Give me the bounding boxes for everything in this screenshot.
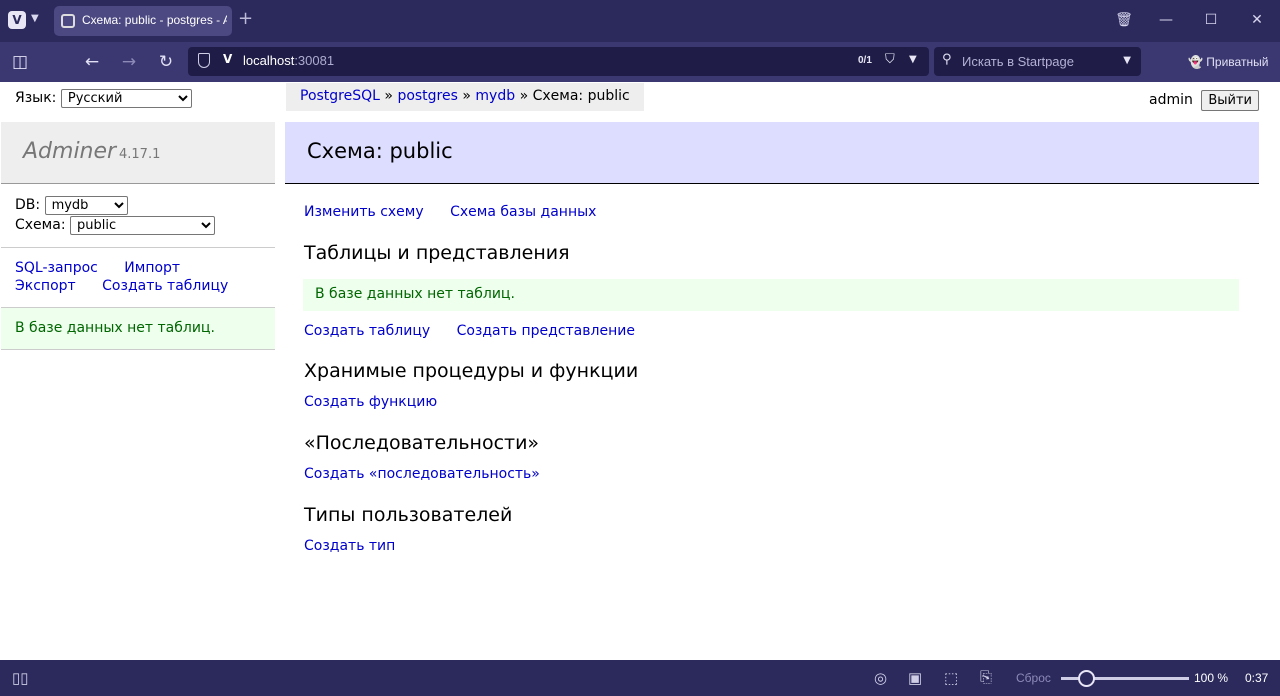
sidebar-links: SQL-запрос Импорт Экспорт Создать таблиц… bbox=[15, 259, 250, 295]
no-tables-message: В базе данных нет таблиц. bbox=[303, 279, 1239, 311]
new-tab-button[interactable]: + bbox=[238, 9, 253, 29]
language-select[interactable]: Русский bbox=[60, 89, 192, 108]
zoom-level: 100 % bbox=[1194, 671, 1229, 685]
minimize-button[interactable]: — bbox=[1155, 10, 1177, 30]
sql-query-link[interactable]: SQL-запрос bbox=[15, 260, 98, 276]
capture-icon[interactable]: ◎ bbox=[874, 669, 887, 687]
image-icon[interactable]: ▣ bbox=[908, 669, 922, 687]
zoom-reset-button[interactable]: Сброс bbox=[1016, 671, 1051, 685]
chevron-down-icon[interactable]: ▼ bbox=[909, 54, 917, 65]
tables-heading: Таблицы и представления bbox=[304, 242, 570, 264]
vivaldi-site-icon: V bbox=[223, 52, 233, 66]
user-box: admin Выйти bbox=[1149, 90, 1259, 111]
status-bar: ▯▯ ◎ ▣ ⬚ ⎘ Сброс 100 % 0:37 bbox=[0, 660, 1280, 696]
divider bbox=[1, 247, 275, 248]
sequences-heading: «Последовательности» bbox=[304, 432, 540, 454]
language-row: Язык: Русский bbox=[15, 89, 192, 108]
db-row: DB: mydb bbox=[15, 196, 128, 215]
search-field[interactable]: ⚲ Искать в Startpage ▼ bbox=[934, 47, 1141, 76]
search-placeholder: Искать в Startpage bbox=[962, 54, 1074, 69]
tab-title: Схема: public - postgres - Adminer bbox=[82, 13, 227, 27]
browser-tab[interactable]: Схема: public - postgres - Adminer bbox=[54, 6, 232, 36]
tables-links: Создать таблицу Создать представление bbox=[304, 323, 657, 339]
schema-label: Схема: bbox=[15, 217, 66, 233]
database-schema-link[interactable]: Схема базы данных bbox=[450, 204, 596, 220]
trash-icon[interactable]: 🗑 bbox=[1113, 10, 1135, 30]
schema-select[interactable]: public bbox=[69, 216, 215, 235]
create-type-link[interactable]: Создать тип bbox=[304, 538, 395, 554]
routines-heading: Хранимые процедуры и функции bbox=[304, 360, 639, 382]
app-name-link[interactable]: Adminer bbox=[23, 139, 116, 164]
breadcrumb: PostgreSQL » postgres » mydb » Схема: pu… bbox=[286, 83, 644, 111]
panel-toggle-icon[interactable]: ◫ bbox=[8, 51, 32, 73]
user-types-heading: Типы пользователей bbox=[304, 504, 513, 526]
url-text[interactable]: localhost:30081 bbox=[243, 53, 334, 68]
logout-button[interactable]: Выйти bbox=[1201, 90, 1259, 111]
shield-icon[interactable] bbox=[198, 53, 210, 68]
forward-button[interactable]: → bbox=[117, 51, 141, 73]
chevron-down-icon[interactable]: ▼ bbox=[1123, 55, 1131, 66]
address-field[interactable]: V localhost:30081 0/1 ⛉ ▼ bbox=[188, 47, 929, 76]
breadcrumb-current: Схема: public bbox=[532, 88, 630, 104]
username: admin bbox=[1149, 92, 1193, 108]
db-label: DB: bbox=[15, 197, 41, 213]
breadcrumb-postgres[interactable]: postgres bbox=[397, 88, 457, 104]
tab-bar: V ▼ Схема: public - postgres - Adminer +… bbox=[0, 0, 1280, 42]
sidebar-no-tables-message: В базе данных нет таблиц. bbox=[1, 307, 275, 350]
adminer-favicon-icon bbox=[61, 14, 75, 28]
create-table-link-sidebar[interactable]: Создать таблицу bbox=[102, 278, 228, 294]
create-view-link[interactable]: Создать представление bbox=[457, 323, 635, 339]
private-indicator[interactable]: 👻 Приватный bbox=[1188, 55, 1268, 69]
language-label: Язык: bbox=[15, 90, 57, 106]
page-header: Схема: public bbox=[285, 122, 1259, 184]
page-actions-icon[interactable]: ⎘ bbox=[980, 669, 992, 686]
db-select[interactable]: mydb bbox=[44, 196, 128, 215]
app-version: 4.17.1 bbox=[119, 147, 161, 162]
schema-links: Изменить схему Схема базы данных bbox=[304, 204, 618, 220]
ghost-icon: 👻 bbox=[1188, 55, 1203, 69]
tiling-icon[interactable]: ⬚ bbox=[944, 669, 958, 687]
bookmark-icon[interactable]: ⛉ bbox=[885, 52, 895, 67]
export-link[interactable]: Экспорт bbox=[15, 278, 76, 294]
search-icon: ⚲ bbox=[942, 52, 952, 67]
create-sequence-link[interactable]: Создать «последовательность» bbox=[304, 466, 540, 482]
alter-schema-link[interactable]: Изменить схему bbox=[304, 204, 424, 220]
breadcrumb-postgresql[interactable]: PostgreSQL bbox=[300, 88, 380, 104]
back-button[interactable]: ← bbox=[80, 51, 104, 73]
user-types-links: Создать тип bbox=[304, 538, 395, 554]
reload-button[interactable]: ↻ bbox=[154, 51, 178, 73]
address-toolbar: ◫ ← → ↻ V localhost:30081 0/1 ⛉ ▼ ⚲ Иска… bbox=[0, 42, 1280, 82]
adminer-page: Язык: Русский PostgreSQL » postgres » my… bbox=[1, 83, 1279, 660]
panels-icon[interactable]: ▯▯ bbox=[12, 669, 29, 687]
routines-links: Создать функцию bbox=[304, 394, 437, 410]
clock: 0:37 bbox=[1245, 671, 1269, 685]
create-table-link[interactable]: Создать таблицу bbox=[304, 323, 430, 339]
vivaldi-logo-icon[interactable]: V bbox=[8, 11, 26, 29]
import-link[interactable]: Импорт bbox=[124, 260, 180, 276]
close-window-button[interactable]: ✕ bbox=[1246, 10, 1268, 30]
find-count: 0/1 bbox=[858, 55, 872, 66]
breadcrumb-mydb[interactable]: mydb bbox=[475, 88, 515, 104]
zoom-slider-handle[interactable] bbox=[1078, 670, 1095, 687]
create-function-link[interactable]: Создать функцию bbox=[304, 394, 437, 410]
page-title: Схема: public bbox=[307, 139, 453, 163]
sequences-links: Создать «последовательность» bbox=[304, 466, 540, 482]
schema-row: Схема: public bbox=[15, 216, 215, 235]
app-header: Adminer 4.17.1 bbox=[1, 122, 275, 184]
maximize-button[interactable]: ☐ bbox=[1200, 10, 1222, 30]
chevron-down-icon[interactable]: ▼ bbox=[31, 13, 39, 24]
